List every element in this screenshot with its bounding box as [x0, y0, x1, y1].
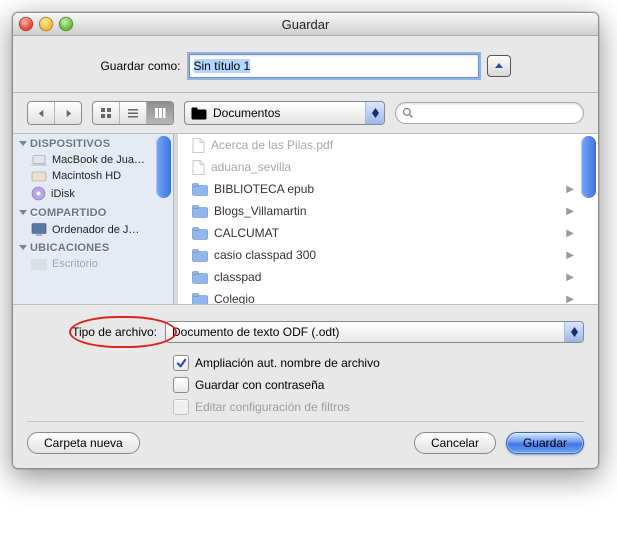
- view-switcher[interactable]: [92, 101, 174, 125]
- file-name: Colegio: [214, 292, 255, 304]
- sidebar-group-places[interactable]: UBICACIONES: [13, 238, 173, 256]
- laptop-icon: [31, 155, 47, 166]
- chevron-right-icon: ▶: [566, 228, 592, 239]
- search-input[interactable]: [418, 105, 577, 121]
- sidebar-item-desktop[interactable]: Escritorio: [13, 256, 173, 272]
- chevron-right-icon: ▶: [566, 206, 592, 217]
- file-type-label: Tipo de archivo:: [72, 325, 157, 339]
- checkbox-icon: [173, 355, 189, 371]
- sidebar-group-devices[interactable]: DISPOSITIVOS: [13, 134, 173, 152]
- filelist-scrollbar[interactable]: [581, 136, 596, 198]
- folder-icon: [192, 249, 208, 262]
- file-row[interactable]: Blogs_Villamartin ▶: [174, 200, 598, 222]
- auto-extension-checkbox[interactable]: Ampliación aut. nombre de archivo: [173, 355, 584, 371]
- file-browser: DISPOSITIVOS MacBook de Jua… Macintosh H…: [13, 133, 598, 305]
- browser-toolbar: Documentos: [13, 93, 598, 133]
- file-name: aduana_sevilla: [211, 160, 291, 174]
- file-row: Acerca de las Pilas.pdf: [174, 134, 598, 156]
- file-name: Acerca de las Pilas.pdf: [211, 138, 333, 152]
- minimize-window-button[interactable]: [39, 17, 53, 31]
- cancel-button[interactable]: Cancelar: [414, 432, 496, 454]
- nav-back-button[interactable]: [28, 102, 54, 124]
- chevron-up-icon: [494, 61, 504, 71]
- checkbox-icon: [173, 399, 189, 415]
- file-column[interactable]: Acerca de las Pilas.pdf aduana_sevilla BIB…: [174, 134, 598, 304]
- folder-icon: [192, 183, 208, 196]
- password-checkbox[interactable]: Guardar con contraseña: [173, 377, 584, 393]
- filters-checkbox: Editar configuración de filtros: [173, 399, 584, 415]
- folder-icon: [192, 293, 208, 305]
- file-name: CALCUMAT: [214, 226, 279, 240]
- sidebar-item-idisk[interactable]: iDisk: [13, 184, 173, 203]
- folder-icon: [192, 205, 208, 218]
- save-dialog[interactable]: Guardar Guardar como:: [12, 12, 599, 469]
- file-row[interactable]: BIBLIOTECA epub▶: [174, 178, 598, 200]
- file-name: Blogs_Villamartin: [214, 204, 307, 218]
- list-icon: [127, 107, 139, 119]
- sidebar-item-macintosh-hd[interactable]: Macintosh HD: [13, 168, 173, 184]
- location-label: Documentos: [213, 106, 359, 120]
- sidebar-group-shared[interactable]: COMPARTIDO: [13, 203, 173, 221]
- file-name: BIBLIOTECA epub: [214, 182, 314, 196]
- folder-icon: [192, 227, 208, 240]
- window-title: Guardar: [13, 17, 598, 32]
- file-row[interactable]: CALCUMAT ▶: [174, 222, 598, 244]
- sidebar[interactable]: DISPOSITIVOS MacBook de Jua… Macintosh H…: [13, 134, 174, 304]
- view-list-button[interactable]: [119, 102, 146, 124]
- file-type-value: Documento de texto ODF (.odt): [172, 325, 339, 339]
- columns-icon: [154, 107, 166, 119]
- sidebar-scrollbar[interactable]: [156, 136, 171, 198]
- view-columns-button[interactable]: [146, 102, 173, 124]
- chevron-right-icon: ▶: [566, 294, 592, 305]
- sidebar-item-macbook[interactable]: MacBook de Jua…: [13, 152, 173, 168]
- location-popup[interactable]: Documentos: [184, 101, 385, 125]
- filename-input[interactable]: [189, 54, 479, 78]
- zoom-window-button[interactable]: [59, 17, 73, 31]
- idisk-icon: [31, 186, 46, 201]
- chevron-left-icon: [37, 109, 46, 118]
- file-icon: [192, 138, 205, 153]
- nav-forward-button[interactable]: [54, 102, 81, 124]
- file-row: aduana_sevilla: [174, 156, 598, 178]
- new-folder-button[interactable]: Carpeta nueva: [27, 432, 140, 454]
- save-button[interactable]: Guardar: [506, 432, 584, 454]
- chevron-right-icon: ▶: [566, 272, 592, 283]
- file-row[interactable]: classpad ▶: [174, 266, 598, 288]
- triangle-down-icon: [19, 141, 27, 146]
- drive-icon: [31, 171, 47, 182]
- titlebar[interactable]: Guardar: [13, 13, 598, 36]
- nav-back-forward[interactable]: [27, 101, 82, 125]
- file-type-popup[interactable]: Documento de texto ODF (.odt): [165, 321, 584, 343]
- file-icon: [192, 160, 205, 175]
- chevron-right-icon: ▶: [566, 250, 592, 261]
- grid-icon: [100, 107, 112, 119]
- view-icons-button[interactable]: [93, 102, 119, 124]
- save-as-label: Guardar como:: [100, 59, 180, 73]
- desktop-icon: [31, 259, 47, 270]
- expand-dialog-button[interactable]: [487, 55, 511, 77]
- popup-arrows-icon: [564, 322, 583, 342]
- file-name: casio classpad 300: [214, 248, 316, 262]
- search-icon: [402, 107, 414, 119]
- monitor-icon: [31, 223, 47, 236]
- folder-icon: [192, 271, 208, 284]
- folder-icon: [191, 107, 207, 120]
- search-field[interactable]: [395, 102, 584, 124]
- checkbox-icon: [173, 377, 189, 393]
- file-name: classpad: [214, 270, 261, 284]
- file-row[interactable]: casio classpad 300 ▶: [174, 244, 598, 266]
- popup-arrows-icon: [365, 102, 384, 124]
- close-window-button[interactable]: [19, 17, 33, 31]
- triangle-down-icon: [19, 210, 27, 215]
- triangle-down-icon: [19, 245, 27, 250]
- file-row[interactable]: Colegio ▶: [174, 288, 598, 304]
- chevron-right-icon: [64, 109, 73, 118]
- sidebar-item-shared-computer[interactable]: Ordenador de J…: [13, 221, 173, 238]
